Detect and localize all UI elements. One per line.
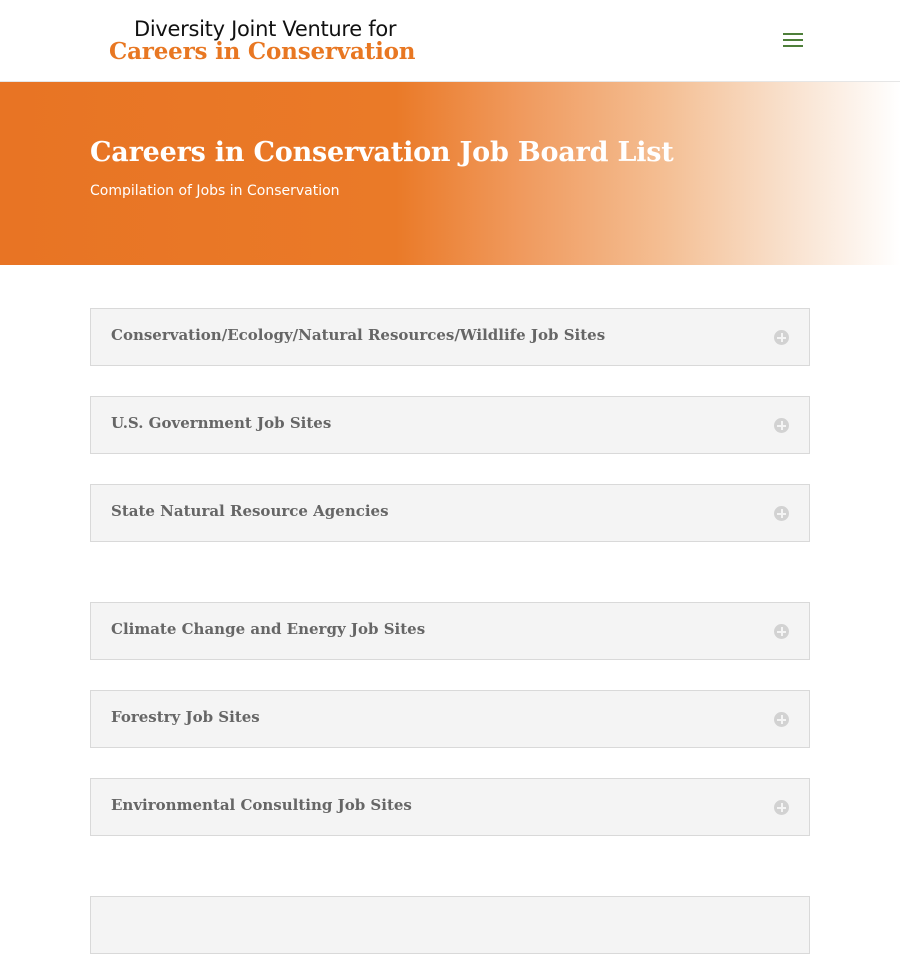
page-subtitle: Compilation of Jobs in Conservation xyxy=(90,183,340,199)
plus-circle-icon[interactable] xyxy=(774,330,789,345)
toggle-title: State Natural Resource Agencies xyxy=(111,502,389,520)
page-title: Careers in Conservation Job Board List xyxy=(90,137,674,168)
plus-circle-icon[interactable] xyxy=(774,624,789,639)
hamburger-menu-icon[interactable] xyxy=(783,32,805,48)
accordion-toggle-partial[interactable] xyxy=(90,896,810,954)
accordion-toggle-environmental-consulting-jobs[interactable]: Environmental Consulting Job Sites xyxy=(90,778,810,836)
site-logo[interactable]: Diversity Joint Venture for Careers in C… xyxy=(109,17,415,67)
plus-circle-icon[interactable] xyxy=(774,800,789,815)
accordion-toggle-us-government-jobs[interactable]: U.S. Government Job Sites xyxy=(90,396,810,454)
plus-circle-icon[interactable] xyxy=(774,418,789,433)
toggle-title: U.S. Government Job Sites xyxy=(111,414,332,432)
accordion-toggle-climate-energy-jobs[interactable]: Climate Change and Energy Job Sites xyxy=(90,602,810,660)
accordion-toggle-state-agencies[interactable]: State Natural Resource Agencies xyxy=(90,484,810,542)
hero-banner: Careers in Conservation Job Board List C… xyxy=(0,82,900,265)
toggle-title: Forestry Job Sites xyxy=(111,708,260,726)
accordion-toggle-forestry-jobs[interactable]: Forestry Job Sites xyxy=(90,690,810,748)
logo-line-2: Careers in Conservation xyxy=(109,38,416,65)
plus-circle-icon[interactable] xyxy=(774,712,789,727)
toggle-title: Conservation/Ecology/Natural Resources/W… xyxy=(111,326,606,344)
toggle-title: Environmental Consulting Job Sites xyxy=(111,796,412,814)
toggle-title: Climate Change and Energy Job Sites xyxy=(111,620,426,638)
site-header: Diversity Joint Venture for Careers in C… xyxy=(0,0,900,82)
plus-circle-icon[interactable] xyxy=(774,506,789,521)
accordion-toggle-conservation-jobs[interactable]: Conservation/Ecology/Natural Resources/W… xyxy=(90,308,810,366)
